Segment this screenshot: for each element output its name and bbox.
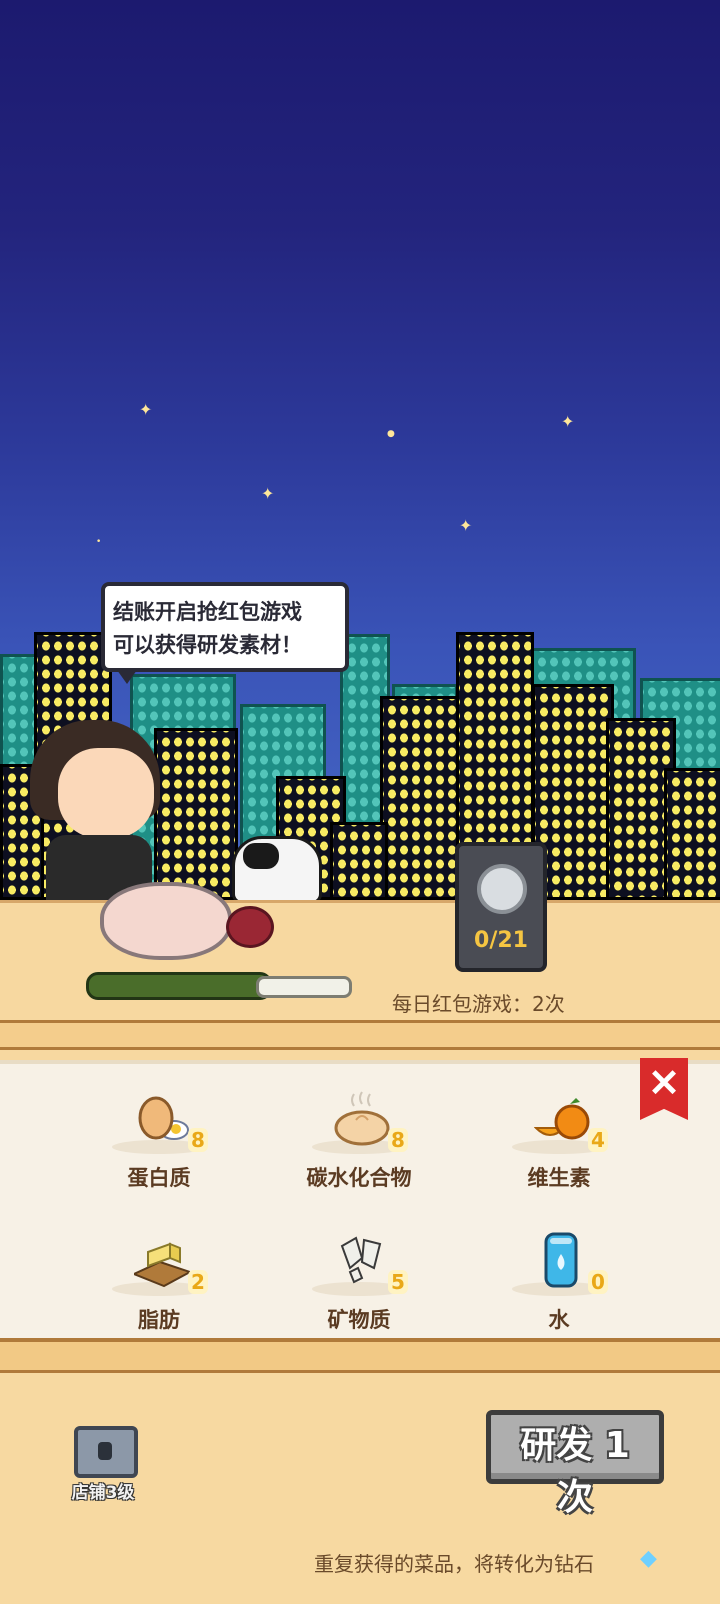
nutrient-protein[interactable]: 8 蛋白质 [84,1084,234,1194]
steamed-bun-icon [334,1091,390,1146]
star-icon: ✦ [261,484,275,503]
salt-icon [340,1236,382,1284]
cat-character [232,836,322,904]
leek-icon [86,968,356,1000]
star-icon: ● [387,429,395,439]
speech-line-2: 可以获得研发素材！ [113,633,302,657]
nutrient-label: 蛋白质 [127,1166,191,1190]
rice-bowl [100,882,232,960]
counter-lip [0,1020,720,1050]
medal-card[interactable]: 0/21 [455,842,547,972]
nutrient-count: 8 [388,1128,408,1152]
shop-level-label: 店铺3级 [71,1483,135,1503]
daily-game-text: 每日红包游戏：2次 [392,992,565,1016]
lock-icon [74,1426,138,1478]
nutrient-count: 2 [188,1270,208,1294]
nutrient-label: 脂肪 [138,1308,180,1332]
star-icon: ✦ [459,516,473,535]
speech-line-1: 结账开启抢红包游戏 [113,600,302,624]
close-icon: ✕ [648,1063,680,1105]
nutrient-label: 碳水化合物 [306,1166,412,1190]
shop-level-lock[interactable]: 店铺3级 [66,1422,140,1503]
nutrient-carbohydrate[interactable]: 8 碳水化合物 [284,1084,434,1194]
nutrient-water[interactable]: 0 水 [484,1226,634,1336]
meat-icon [226,906,274,948]
footer-note: 重复获得的菜品，将转化为钻石 [314,1552,594,1576]
nutrient-label: 矿物质 [327,1308,391,1332]
nutrient-count: 5 [388,1270,408,1294]
medal-progress: 0/21 [474,928,528,953]
nutrient-label: 水 [548,1308,570,1332]
egg-icon [138,1096,189,1140]
nutrient-mineral[interactable]: 5 矿物质 [284,1226,434,1336]
medal-icon [477,864,527,914]
nutrient-count: 4 [588,1128,608,1152]
star-icon: • [96,537,102,547]
research-button[interactable]: 研发 1 次 [486,1410,664,1518]
star-icon: ✦ [139,400,153,419]
water-can-icon [544,1232,578,1288]
butter-icon [134,1242,190,1288]
star-icon: ✦ [561,412,575,431]
speech-bubble: 结账开启抢红包游戏 可以获得研发素材！ [101,582,349,684]
bottom-stripe [0,1342,720,1373]
diamond-icon: ◆ [640,1546,657,1571]
nutrient-fat[interactable]: 2 脂肪 [84,1226,234,1336]
nutrient-count: 8 [188,1128,208,1152]
orange-icon [534,1098,590,1140]
girl-face [58,748,154,838]
nutrient-count: 0 [588,1270,608,1294]
nutrient-vitamin[interactable]: 4 维生素 [484,1084,634,1194]
nutrient-label: 维生素 [527,1166,591,1190]
